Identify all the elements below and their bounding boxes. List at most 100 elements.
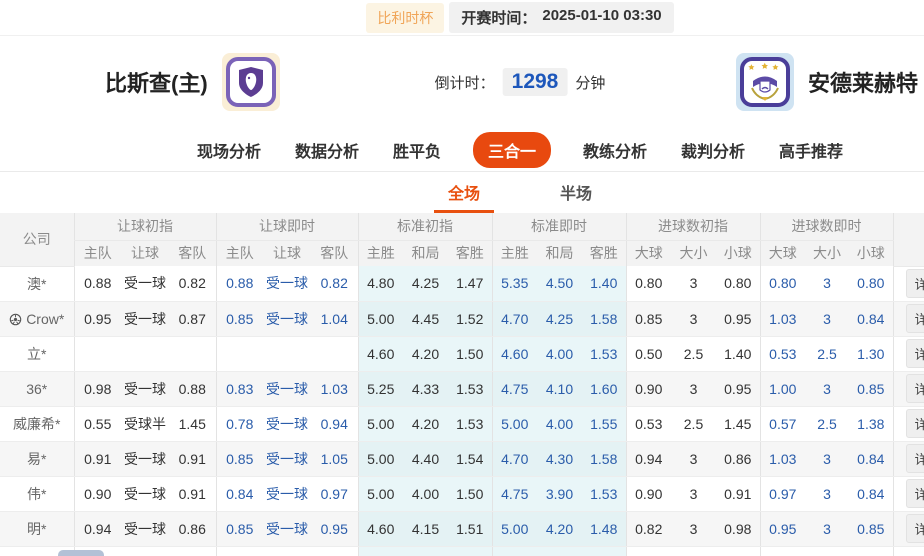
- nav-tab-3[interactable]: 三合一: [473, 132, 551, 168]
- odds-cell: 4.75: [492, 476, 537, 511]
- group-header-goals-live: 进球数即时: [760, 213, 893, 240]
- period-tab-1[interactable]: 半场: [546, 180, 606, 213]
- odds-cell: [626, 546, 671, 556]
- odds-cell: 4.20: [537, 511, 582, 546]
- odds-cell: 1.03: [760, 441, 805, 476]
- odds-cell: 1.53: [582, 336, 626, 371]
- odds-cell: 4.00: [403, 476, 448, 511]
- company-name: 伟*: [27, 486, 46, 502]
- company-name: 易*: [27, 451, 46, 467]
- odds-cell: 0.85: [216, 511, 263, 546]
- detail-button[interactable]: 详: [906, 304, 924, 333]
- odds-cell: 0.91: [74, 441, 121, 476]
- odds-cell: 1.30: [849, 336, 893, 371]
- odds-cell: 0.95: [760, 511, 805, 546]
- odds-cell: 1.55: [582, 406, 626, 441]
- nav-tab-6[interactable]: 高手推荐: [777, 133, 845, 167]
- odds-cell: 0.98: [74, 371, 121, 406]
- company-cell[interactable]: 伟*: [0, 476, 74, 511]
- odds-cell: 0.85: [626, 301, 671, 336]
- odds-cell: 4.45: [403, 301, 448, 336]
- company-cell[interactable]: Crow*: [0, 301, 74, 336]
- nav-tab-0[interactable]: 现场分析: [195, 133, 263, 167]
- countdown-unit: 分钟: [575, 72, 605, 93]
- detail-button[interactable]: 详: [906, 514, 924, 543]
- odds-cell: 2.5: [671, 336, 716, 371]
- odds-cell: 1.00: [760, 371, 805, 406]
- detail-button[interactable]: 详: [906, 339, 924, 368]
- detail-cell: 详: [893, 371, 924, 406]
- odds-cell: 0.94: [311, 406, 358, 441]
- detail-button[interactable]: 详: [906, 479, 924, 508]
- company-name: 威廉希*: [13, 416, 60, 432]
- odds-cell: 4.33: [403, 371, 448, 406]
- table-row: 澳*0.88受一球0.820.88受一球0.824.804.251.475.35…: [0, 266, 924, 301]
- odds-cell: [74, 336, 121, 371]
- company-name: 澳*: [27, 276, 46, 292]
- nav-bar: 现场分析数据分析胜平负三合一教练分析裁判分析高手推荐: [0, 128, 924, 172]
- odds-cell: 2.5: [805, 336, 849, 371]
- odds-cell: 0.55: [74, 406, 121, 441]
- company-cell[interactable]: 明*: [0, 511, 74, 546]
- odds-cell: 1.52: [448, 301, 492, 336]
- detail-cell: 详: [893, 476, 924, 511]
- company-cell[interactable]: 立*: [0, 336, 74, 371]
- company-name: 36*: [26, 381, 47, 397]
- odds-cell: 1.48: [582, 511, 626, 546]
- detail-button[interactable]: 详: [906, 269, 924, 298]
- company-cell[interactable]: 威廉希*: [0, 406, 74, 441]
- odds-cell: [716, 546, 760, 556]
- company-cell[interactable]: 易*: [0, 441, 74, 476]
- odds-cell: 0.86: [716, 441, 760, 476]
- odds-cell: 0.85: [216, 441, 263, 476]
- odds-cell: 5.25: [358, 371, 403, 406]
- group-header-goals-initial: 进球数初指: [626, 213, 760, 240]
- anderlecht-crest-icon: [736, 53, 794, 111]
- detail-cell: 详: [893, 441, 924, 476]
- detail-button[interactable]: 详: [906, 444, 924, 473]
- sub-header: 小球: [716, 240, 760, 266]
- home-team: 比斯查(主): [105, 53, 280, 111]
- nav-tab-4[interactable]: 教练分析: [581, 133, 649, 167]
- odds-cell: 0.80: [849, 266, 893, 301]
- detail-button[interactable]: 详: [906, 374, 924, 403]
- sub-header: 让球: [263, 240, 311, 266]
- odds-cell: 0.85: [849, 511, 893, 546]
- odds-cell: 4.00: [537, 336, 582, 371]
- nav-tab-2[interactable]: 胜平负: [391, 133, 443, 167]
- odds-cell: [311, 546, 358, 556]
- detail-button[interactable]: 详: [906, 409, 924, 438]
- nav-tab-1[interactable]: 数据分析: [293, 133, 361, 167]
- odds-cell: 4.40: [403, 441, 448, 476]
- odds-cell: [121, 546, 169, 556]
- company-cell[interactable]: 澳*: [0, 266, 74, 301]
- odds-cell: 4.15: [403, 511, 448, 546]
- company-cell[interactable]: 36*: [0, 371, 74, 406]
- detail-cell: [893, 546, 924, 556]
- odds-cell: 4.60: [358, 336, 403, 371]
- kickoff-time: 开赛时间： 2025-01-10 03:30: [449, 2, 673, 33]
- period-tab-0[interactable]: 全场: [434, 180, 494, 213]
- detail-cell: 详: [893, 406, 924, 441]
- odds-cell: 受一球: [263, 266, 311, 301]
- odds-cell: 5.00: [492, 511, 537, 546]
- odds-cell: 0.91: [169, 441, 216, 476]
- odds-cell: 0.53: [760, 336, 805, 371]
- odds-cell: 1.60: [582, 371, 626, 406]
- odds-cell: 0.80: [626, 266, 671, 301]
- beerschot-crest-icon: [222, 53, 280, 111]
- odds-cell: 0.97: [760, 476, 805, 511]
- odds-cell: 0.80: [760, 266, 805, 301]
- sub-header: 客胜: [582, 240, 626, 266]
- odds-cell: 1.40: [582, 266, 626, 301]
- odds-cell: 5.00: [358, 476, 403, 511]
- odds-cell: 4.00: [537, 406, 582, 441]
- odds-cell: 1.38: [849, 406, 893, 441]
- nav-tab-5[interactable]: 裁判分析: [679, 133, 747, 167]
- odds-cell: 0.95: [311, 511, 358, 546]
- odds-cell: 4.80: [358, 266, 403, 301]
- company-name: 明*: [27, 521, 46, 537]
- odds-cell: 受一球: [263, 441, 311, 476]
- odds-cell: [492, 546, 537, 556]
- odds-cell: 1.50: [448, 336, 492, 371]
